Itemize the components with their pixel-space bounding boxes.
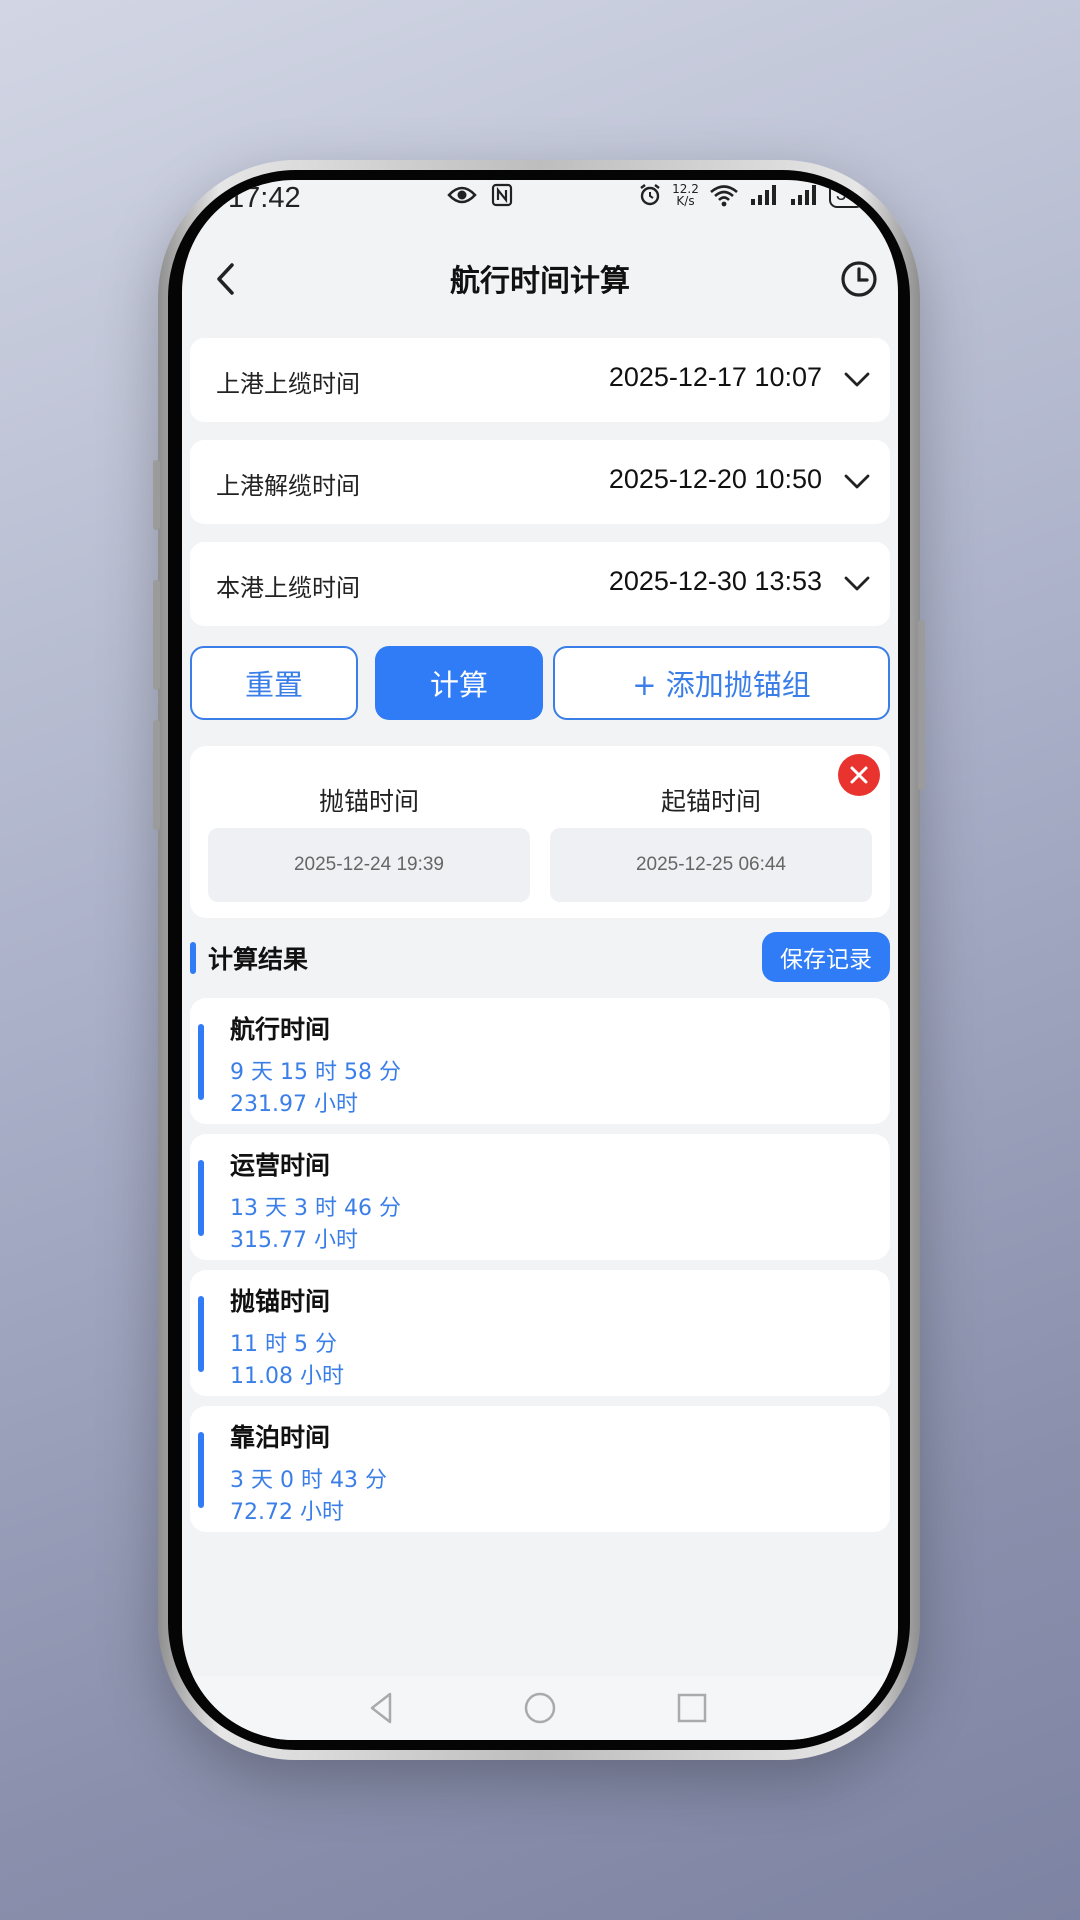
result-accent-bar [198,1160,204,1236]
results-header: 计算结果 保存记录 [190,932,890,982]
history-clock-icon [841,261,877,297]
anchor-drop-field[interactable]: 2025-12-24 19:39 [208,828,530,902]
status-time: 17:42 [228,182,301,214]
volume-down-button [153,580,160,690]
network-speed: 12.2 K/s [672,183,699,207]
system-nav-bar [182,1676,898,1740]
calculate-button[interactable]: 计算 [375,646,543,720]
result-card-operation: 运营时间 13 天 3 时 46 分 315.77 小时 [190,1134,890,1260]
signal-icon [750,185,776,205]
result-hours: 231.97 小时 [230,1092,358,1117]
date-field-upper-berth[interactable]: 上港上缆时间 2025-12-17 10:07 [190,338,890,422]
date-field-label: 上港上缆时间 [216,370,360,398]
nav-recents-icon[interactable] [672,1688,712,1728]
page-title: 航行时间计算 [450,264,630,299]
speed-unit: K/s [676,194,695,208]
nav-back-icon[interactable] [362,1688,402,1728]
nfc-icon [491,183,513,207]
reset-button[interactable]: 重置 [190,646,358,720]
power-button [918,620,925,790]
chevron-down-icon[interactable] [842,466,872,496]
signal-icon [790,185,816,205]
status-bar: 17:42 12.2 K/s 33 [182,180,898,224]
result-duration: 13 天 3 时 46 分 [230,1196,401,1221]
anchor-weigh-label: 起锚时间 [660,787,761,816]
alarm-icon [640,184,660,206]
result-hours: 72.72 小时 [230,1500,344,1525]
result-accent-bar [198,1296,204,1372]
result-accent-bar [198,1024,204,1100]
result-hours: 11.08 小时 [230,1364,344,1389]
history-button[interactable] [834,254,884,304]
date-field-value[interactable]: 2025-12-20 10:50 [609,464,822,495]
status-indicators [447,183,513,207]
nav-home-icon[interactable] [520,1688,560,1728]
close-icon [850,766,868,784]
add-anchor-group-button[interactable]: + 添加抛锚组 [553,646,890,720]
date-field-label: 本港上缆时间 [216,574,360,602]
app-screen: 17:42 12.2 K/s 33 航行时间计算 上港上缆时间 2025-12-… [182,180,898,1740]
anchor-group-card: 抛锚时间 起锚时间 2025-12-24 19:39 2025-12-25 06… [190,746,890,918]
eye-icon [447,186,477,204]
header-bar: 航行时间计算 [182,244,898,316]
side-key-button [153,720,160,830]
date-field-label: 上港解缆时间 [216,472,360,500]
battery-icon: 33 [828,182,864,208]
result-duration: 9 天 15 时 58 分 [230,1060,401,1085]
result-accent-bar [198,1432,204,1508]
chevron-down-icon[interactable] [842,568,872,598]
result-title: 航行时间 [230,1015,331,1044]
date-field-current-berth[interactable]: 本港上缆时间 2025-12-30 13:53 [190,542,890,626]
remove-anchor-group-button[interactable] [838,754,880,796]
results-title: 计算结果 [208,945,309,974]
date-field-value[interactable]: 2025-12-30 13:53 [609,566,822,597]
date-field-upper-unberth[interactable]: 上港解缆时间 2025-12-20 10:50 [190,440,890,524]
results-accent-bar [190,942,196,974]
result-card-berthing: 靠泊时间 3 天 0 时 43 分 72.72 小时 [190,1406,890,1532]
volume-up-button [153,460,160,530]
result-card-voyage: 航行时间 9 天 15 时 58 分 231.97 小时 [190,998,890,1124]
save-record-button[interactable]: 保存记录 [762,932,890,982]
date-field-value[interactable]: 2025-12-17 10:07 [609,362,822,393]
result-hours: 315.77 小时 [230,1228,358,1253]
result-title: 靠泊时间 [230,1423,331,1452]
result-title: 抛锚时间 [230,1287,331,1316]
result-duration: 3 天 0 时 43 分 [230,1468,387,1493]
anchor-weigh-field[interactable]: 2025-12-25 06:44 [550,828,872,902]
status-right-icons: 12.2 K/s 33 [638,182,864,208]
chevron-down-icon[interactable] [842,364,872,394]
anchor-drop-label: 抛锚时间 [318,787,419,816]
result-card-anchoring: 抛锚时间 11 时 5 分 11.08 小时 [190,1270,890,1396]
wifi-icon [710,185,738,207]
result-duration: 11 时 5 分 [230,1332,337,1357]
result-title: 运营时间 [230,1151,331,1180]
